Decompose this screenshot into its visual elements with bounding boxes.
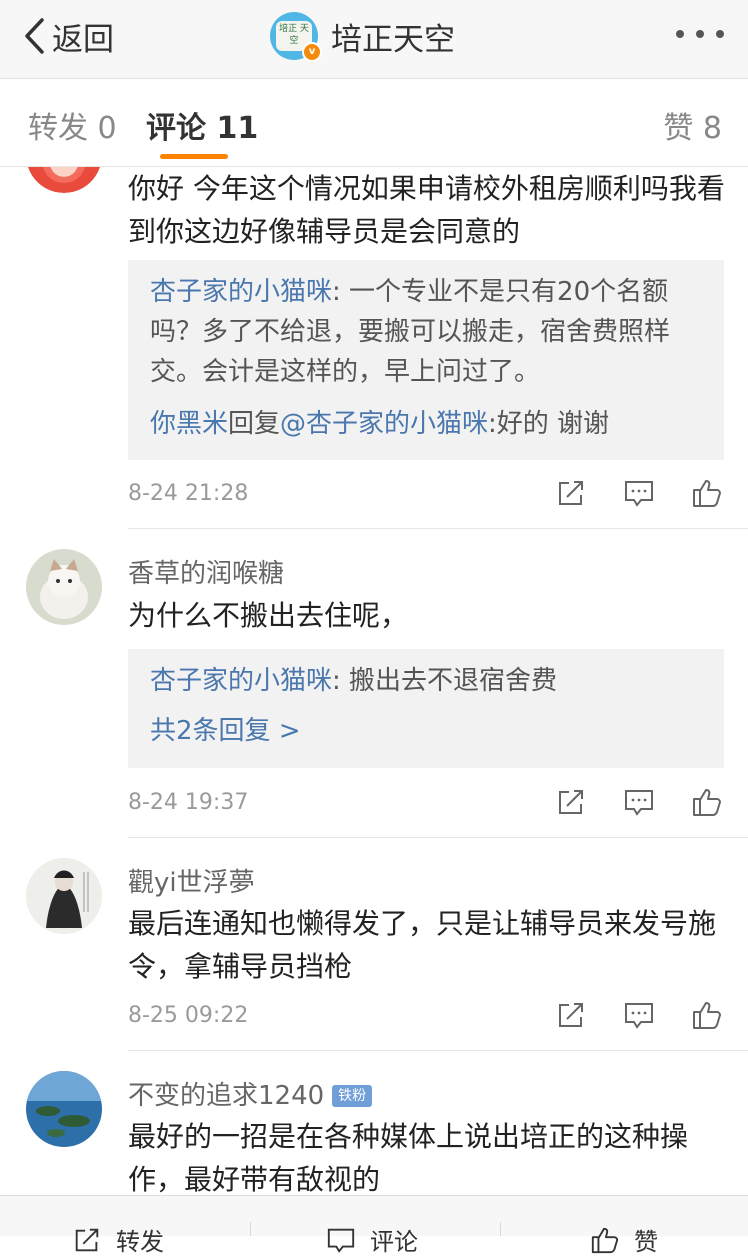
like-button[interactable] bbox=[691, 786, 723, 818]
nav-bar: 返回 培正 天空 v 培正天空 bbox=[0, 0, 748, 79]
repost-icon bbox=[559, 790, 583, 814]
chevron-left-icon bbox=[25, 18, 44, 54]
tab-bar: 转发 0 评论 11 赞 8 bbox=[0, 79, 748, 167]
like-bottom-button[interactable]: 赞 bbox=[590, 1222, 658, 1257]
avatar[interactable] bbox=[26, 549, 102, 625]
active-tab-indicator bbox=[160, 154, 228, 159]
comment-text: 最后连通知也懒得发了，只是让辅导员来发号施令，拿辅导员挡枪 bbox=[128, 907, 717, 983]
repost-icon bbox=[559, 481, 583, 505]
page-title: 培正天空 bbox=[331, 21, 455, 58]
comment-icon bbox=[327, 1228, 355, 1253]
reply-user-link[interactable]: 杏子家的小猫咪 bbox=[150, 666, 332, 696]
comment-list: 你好 今年这个情况如果申请校外租房顺利吗我看到你这边好像辅导员是会同意的 杏子家… bbox=[0, 167, 748, 1195]
like-label: 赞 bbox=[634, 1228, 658, 1256]
comment-text: 最好的一招是在各种媒体上说出培正的这种操作，最好带有敌视的 bbox=[128, 1120, 689, 1195]
comment-button[interactable] bbox=[623, 477, 655, 509]
comment-bottom-button[interactable]: 评论 bbox=[326, 1222, 418, 1257]
reply-text: :好的 谢谢 bbox=[488, 409, 610, 439]
comment-username[interactable]: 不变的追求1240 铁粉 bbox=[128, 1075, 373, 1112]
thumbs-up-icon bbox=[591, 1227, 619, 1253]
repost-button[interactable] bbox=[555, 477, 587, 509]
repost-button[interactable] bbox=[555, 786, 587, 818]
comment-actions bbox=[555, 477, 725, 511]
avatar[interactable] bbox=[26, 167, 102, 193]
account-header[interactable]: 培正 天空 v 培正天空 bbox=[270, 10, 455, 62]
back-button[interactable]: 返回 bbox=[22, 14, 114, 58]
divider bbox=[128, 528, 748, 529]
forward-label: 转发 bbox=[116, 1228, 164, 1256]
repost-icon bbox=[75, 1228, 99, 1251]
comment-text: 你好 今年这个情况如果申请校外租房顺利吗我看到你这边好像辅导员是会同意的 bbox=[128, 172, 725, 248]
divider bbox=[128, 837, 748, 838]
reply-user-link[interactable]: 你黑米 bbox=[150, 409, 228, 439]
comment-username[interactable]: 香草的润喉糖 bbox=[128, 553, 284, 590]
comment-button[interactable] bbox=[623, 786, 655, 818]
reply-line: 杏子家的小猫咪: 搬出去不退宿舍费 bbox=[150, 661, 702, 701]
reply-text: : 搬出去不退宿舍费 bbox=[332, 666, 558, 696]
account-avatar: 培正 天空 v bbox=[270, 12, 322, 62]
comment-username[interactable]: 觀yi世浮夢 bbox=[128, 862, 255, 899]
back-label: 返回 bbox=[52, 21, 114, 58]
comment-icon bbox=[625, 1003, 653, 1029]
comment-actions bbox=[555, 786, 725, 820]
reply-line: 你黑米回复@杏子家的小猫咪:好的 谢谢 bbox=[150, 404, 702, 444]
comment-button[interactable] bbox=[623, 999, 655, 1031]
mention-link[interactable]: @杏子家的小猫咪 bbox=[280, 409, 488, 439]
forward-button[interactable]: 转发 bbox=[72, 1222, 164, 1257]
comment-time: 8-24 21:28 bbox=[128, 481, 249, 506]
more-options-icon[interactable] bbox=[676, 30, 724, 40]
more-replies-link[interactable]: 共2条回复 > bbox=[150, 711, 702, 751]
comment-time: 8-25 09:22 bbox=[128, 1003, 249, 1028]
comment-time: 8-24 19:37 bbox=[128, 790, 249, 815]
tab-likes[interactable]: 赞 8 bbox=[663, 103, 722, 147]
repost-icon bbox=[559, 1003, 583, 1027]
divider bbox=[128, 1050, 748, 1051]
divider bbox=[250, 1222, 251, 1236]
thumbs-up-icon bbox=[693, 789, 721, 816]
comment-actions bbox=[555, 999, 725, 1033]
reply-line: 杏子家的小猫咪: 一个专业不是只有20个名额吗？多了不给退，要搬可以搬走，宿舍费… bbox=[150, 272, 702, 392]
comment-icon bbox=[625, 790, 653, 816]
thumbs-up-icon bbox=[693, 480, 721, 507]
bottom-toolbar: 转发 评论 赞 bbox=[0, 1195, 748, 1256]
reply-word: 回复 bbox=[228, 409, 281, 439]
like-button[interactable] bbox=[691, 477, 723, 509]
comment-label: 评论 bbox=[370, 1228, 418, 1256]
tab-forward[interactable]: 转发 0 bbox=[28, 103, 117, 147]
reply-user-link[interactable]: 杏子家的小猫咪 bbox=[150, 277, 332, 307]
avatar[interactable] bbox=[26, 1071, 102, 1147]
reply-box[interactable]: 杏子家的小猫咪: 搬出去不退宿舍费 共2条回复 > bbox=[128, 649, 724, 768]
comment-text: 为什么不搬出去住呢， bbox=[128, 599, 409, 632]
thumbs-up-icon bbox=[693, 1002, 721, 1029]
username-text: 不变的追求1240 bbox=[128, 1081, 325, 1111]
divider bbox=[500, 1222, 501, 1236]
like-button[interactable] bbox=[691, 999, 723, 1031]
tab-comments[interactable]: 评论 11 bbox=[146, 103, 258, 147]
reply-box[interactable]: 杏子家的小猫咪: 一个专业不是只有20个名额吗？多了不给退，要搬可以搬走，宿舍费… bbox=[128, 260, 724, 460]
fan-badge: 铁粉 bbox=[332, 1085, 373, 1107]
verified-icon: v bbox=[302, 42, 322, 62]
repost-button[interactable] bbox=[555, 999, 587, 1031]
avatar[interactable] bbox=[26, 858, 102, 934]
comment-icon bbox=[625, 481, 653, 507]
